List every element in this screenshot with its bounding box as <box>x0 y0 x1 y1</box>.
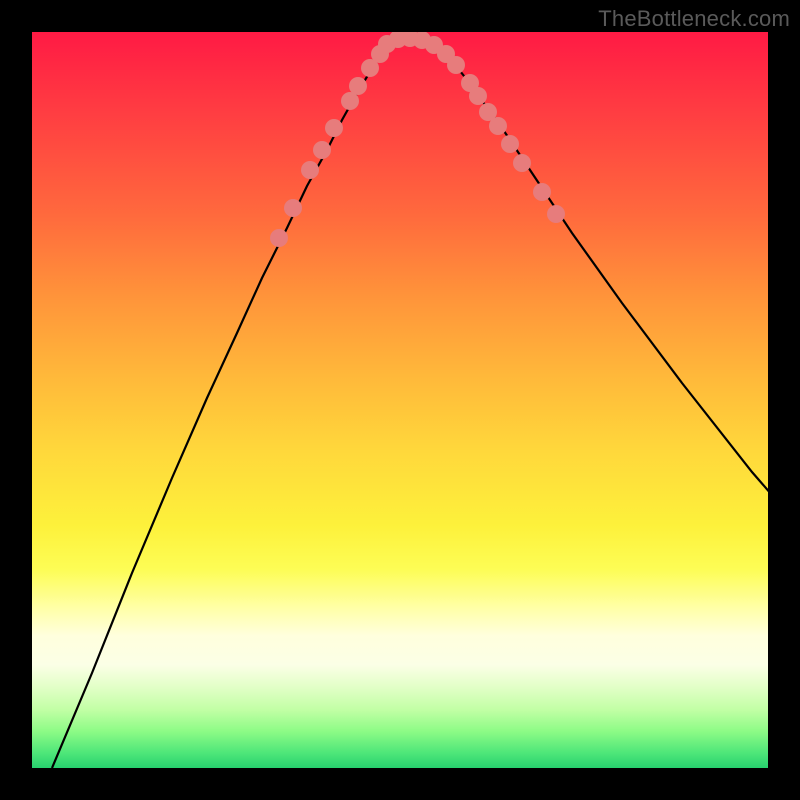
curve-marker <box>489 117 507 135</box>
chart-svg <box>32 32 768 768</box>
curve-marker <box>469 87 487 105</box>
curve-marker <box>547 205 565 223</box>
chart-frame: TheBottleneck.com <box>0 0 800 800</box>
curve-marker <box>533 183 551 201</box>
bottleneck-curve <box>52 40 768 768</box>
curve-marker <box>447 56 465 74</box>
curve-marker <box>270 229 288 247</box>
curve-markers <box>270 32 565 247</box>
curve-marker <box>325 119 343 137</box>
plot-area <box>32 32 768 768</box>
curve-marker <box>284 199 302 217</box>
curve-marker <box>349 77 367 95</box>
curve-marker <box>513 154 531 172</box>
curve-marker <box>313 141 331 159</box>
curve-marker <box>301 161 319 179</box>
curve-marker <box>501 135 519 153</box>
attribution-text: TheBottleneck.com <box>598 6 790 32</box>
